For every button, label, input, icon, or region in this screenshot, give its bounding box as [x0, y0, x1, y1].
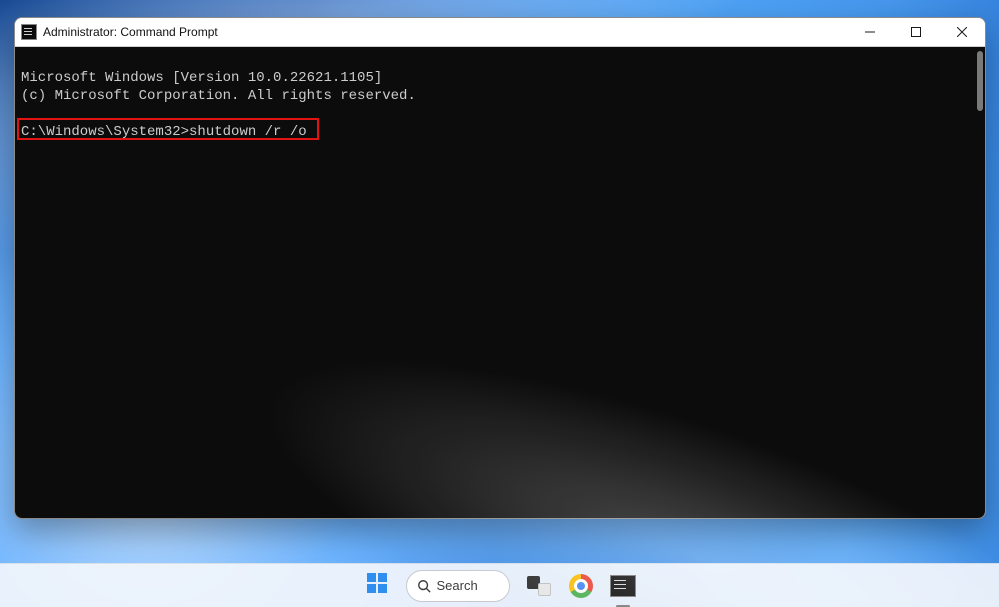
- task-view-icon: [527, 576, 551, 596]
- maximize-button[interactable]: [893, 18, 939, 46]
- titlebar[interactable]: Administrator: Command Prompt: [15, 18, 985, 47]
- minimize-icon: [865, 27, 875, 37]
- taskbar-search[interactable]: Search: [402, 569, 514, 603]
- task-view-button[interactable]: [522, 569, 556, 603]
- close-icon: [957, 27, 967, 37]
- close-button[interactable]: [939, 18, 985, 46]
- window-title: Administrator: Command Prompt: [43, 25, 847, 39]
- start-button[interactable]: [360, 569, 394, 603]
- command-prompt-window: Administrator: Command Prompt Microsoft …: [14, 17, 986, 519]
- terminal-scrollbar[interactable]: [977, 51, 983, 111]
- terminal-line-version: Microsoft Windows [Version 10.0.22621.11…: [21, 70, 382, 86]
- terminal-line-copyright: (c) Microsoft Corporation. All rights re…: [21, 88, 416, 104]
- desktop-wallpaper: Administrator: Command Prompt Microsoft …: [0, 0, 999, 607]
- taskbar-app-command-prompt[interactable]: [606, 569, 640, 603]
- window-controls: [847, 18, 985, 46]
- taskbar-search-label: Search: [437, 578, 478, 593]
- taskbar-app-chrome[interactable]: [564, 569, 598, 603]
- cmd-icon: [610, 575, 636, 597]
- windows-logo-icon: [365, 571, 389, 600]
- terminal-command-input[interactable]: shutdown /r /o: [189, 124, 307, 140]
- search-icon: [417, 579, 431, 593]
- terminal-body[interactable]: Microsoft Windows [Version 10.0.22621.11…: [15, 47, 985, 518]
- cmd-icon: [21, 24, 37, 40]
- chrome-icon: [569, 574, 593, 598]
- taskbar: Search: [0, 563, 999, 607]
- terminal-prompt-path: C:\Windows\System32>: [21, 124, 189, 140]
- minimize-button[interactable]: [847, 18, 893, 46]
- maximize-icon: [911, 27, 921, 37]
